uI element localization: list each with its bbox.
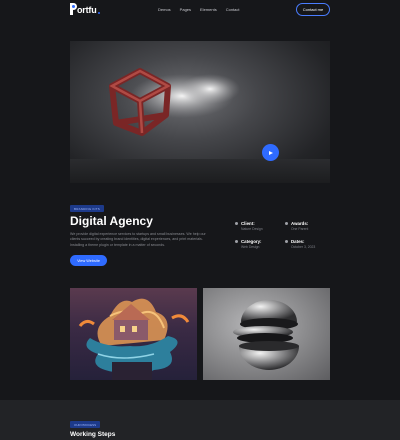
- floating-cube-illustration: [109, 68, 240, 136]
- meta-label: Dates:: [291, 239, 305, 244]
- menu-item-pages[interactable]: Pages: [180, 7, 191, 12]
- project-description: We provide digital experience services t…: [70, 232, 206, 247]
- meta-value: One Parent: [291, 227, 309, 231]
- bullet-icon: [285, 240, 288, 243]
- meta-label: Client:: [241, 221, 255, 226]
- bullet-icon: [235, 240, 238, 243]
- working-steps-section: [0, 400, 400, 440]
- meta-value: October 3, 2023: [291, 245, 316, 249]
- top-navbar: ortfu Demos Pages Elements Contact Conta…: [0, 0, 400, 22]
- main-menu: Demos Pages Elements Contact: [158, 7, 240, 12]
- section-badge: OUR PROCESS: [70, 421, 101, 428]
- logo-dot: [97, 12, 100, 14]
- gallery-image-sphere[interactable]: [203, 288, 330, 380]
- menu-item-elements[interactable]: Elements: [200, 7, 217, 12]
- floating-house-illustration: [78, 298, 190, 380]
- gallery-image-house[interactable]: [70, 288, 197, 380]
- bullet-icon: [285, 222, 288, 225]
- sliced-sphere-illustration: [233, 300, 299, 370]
- logo-mark-icon: [70, 3, 77, 15]
- section-title: Working Steps: [70, 431, 116, 438]
- meta-value: Web Design: [241, 245, 260, 249]
- category-badge: BRANDING KITS: [70, 205, 104, 212]
- bullet-icon: [235, 222, 238, 225]
- brand-name: ortfu: [77, 5, 97, 15]
- meta-label: Awards:: [291, 221, 309, 226]
- brand-logo[interactable]: ortfu: [70, 3, 100, 15]
- view-website-button[interactable]: View Website: [70, 255, 107, 266]
- meta-label: Category:: [241, 239, 262, 244]
- menu-item-contact[interactable]: Contact: [226, 7, 240, 12]
- menu-item-demos[interactable]: Demos: [158, 7, 171, 12]
- meta-value: Nature Design: [241, 227, 263, 231]
- play-button[interactable]: [262, 144, 279, 161]
- project-title: Digital Agency: [70, 214, 153, 228]
- contact-me-button[interactable]: Contact me: [296, 3, 330, 16]
- hero-video-image[interactable]: [70, 41, 330, 183]
